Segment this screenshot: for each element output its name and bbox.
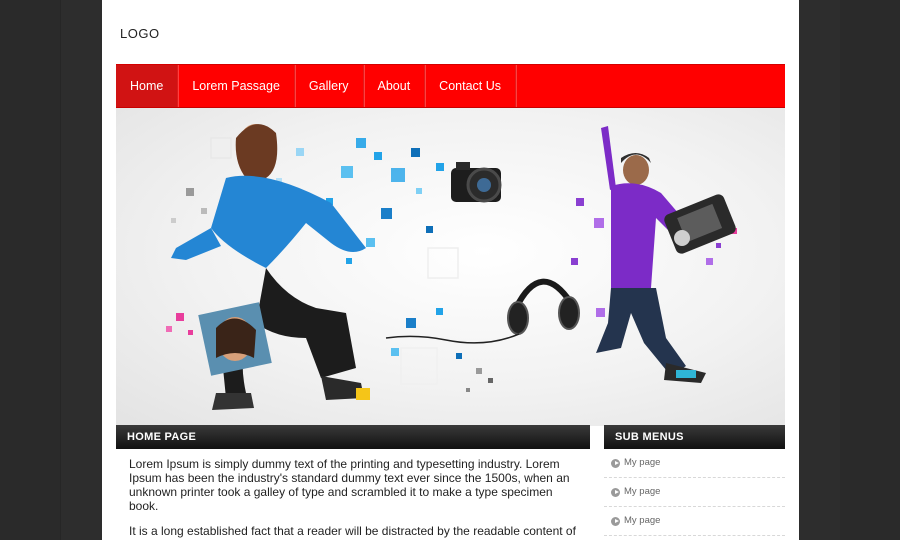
- sub-menu-item-label: My page: [624, 486, 661, 497]
- arrow-circle-icon: [611, 516, 620, 526]
- main-heading: HOME PAGE: [116, 425, 590, 449]
- nav-item-gallery[interactable]: Gallery: [295, 65, 364, 107]
- arrow-circle-icon: [611, 487, 620, 497]
- dancer-left-figure: [171, 124, 370, 410]
- main-paragraph-1: Lorem Ipsum is simply dummy text of the …: [129, 457, 570, 513]
- logo[interactable]: LOGO: [120, 26, 160, 41]
- sub-menu-list: My page My page My page: [604, 449, 785, 536]
- headphones-icon: [385, 278, 580, 344]
- sub-menu-item[interactable]: My page: [604, 449, 785, 478]
- sub-menu-item[interactable]: My page: [604, 478, 785, 507]
- sidebar-heading: SUB MENUS: [604, 425, 785, 449]
- camera-icon: [451, 162, 502, 203]
- sub-menu-item-label: My page: [624, 515, 661, 526]
- portrait-thumbnail: [198, 302, 272, 376]
- sidebar: SUB MENUS My page My page My page: [604, 425, 785, 540]
- main-paragraph-2: It is a long established fact that a rea…: [129, 524, 576, 540]
- nav-item-home[interactable]: Home: [116, 65, 179, 107]
- page-container: LOGO Home Lorem Passage Gallery About Co…: [102, 0, 799, 540]
- nav-item-lorem-passage[interactable]: Lorem Passage: [178, 65, 295, 107]
- hero-illustration: [166, 124, 737, 410]
- hero-banner-image: [116, 108, 785, 426]
- main-nav: Home Lorem Passage Gallery About Contact…: [116, 64, 785, 108]
- nav-item-about[interactable]: About: [364, 65, 426, 107]
- sub-menu-item[interactable]: My page: [604, 507, 785, 536]
- main-content: HOME PAGE Lorem Ipsum is simply dummy te…: [116, 425, 590, 540]
- arrow-circle-icon: [611, 458, 620, 468]
- nav-item-contact-us[interactable]: Contact Us: [425, 65, 517, 107]
- media-player-icon: [664, 194, 736, 254]
- pixel-squares-pink: [166, 313, 193, 335]
- dancer-right-figure: [596, 126, 706, 383]
- sub-menu-item-label: My page: [624, 457, 661, 468]
